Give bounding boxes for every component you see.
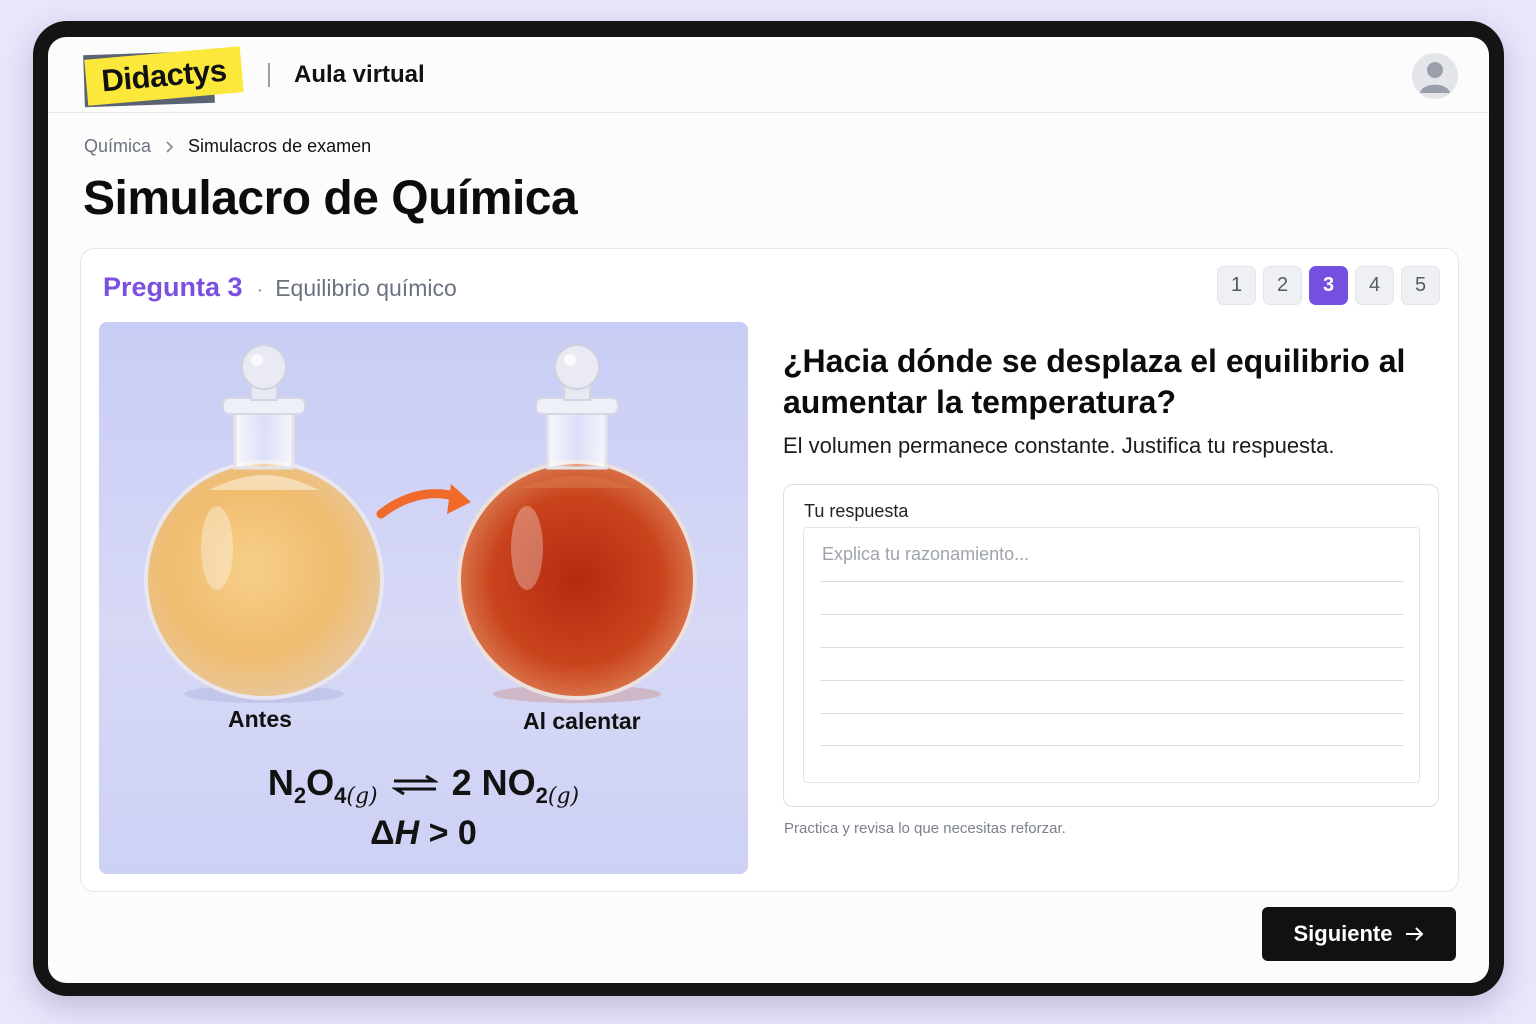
chemical-equation: N2O4(g) 2 NO2(g) (267, 762, 580, 810)
question-card: Pregunta 3 · Equilibrio químico 1 2 3 4 … (80, 248, 1459, 892)
ruled-line (820, 647, 1404, 648)
page-title: Simulacro de Química (83, 172, 578, 225)
experiment-illustration: Antes Al calentar N2O4(g) 2 NO2(g) ΔH > 0 (99, 322, 748, 874)
next-button[interactable]: Siguiente (1262, 907, 1456, 961)
next-button-label: Siguiente (1293, 921, 1393, 946)
label-after: Al calentar (523, 708, 641, 734)
user-avatar-icon[interactable] (1412, 53, 1458, 99)
answer-panel: Tu respuesta Explica tu razonamiento... (783, 484, 1439, 807)
question-topic: Equilibrio químico (275, 275, 457, 301)
question-title: ¿Hacia dónde se desplaza el equilibrio a… (783, 343, 1406, 420)
breadcrumb-link-quimica[interactable]: Química (84, 136, 151, 157)
page-button-4[interactable]: 4 (1355, 266, 1394, 305)
arrow-right-icon (1405, 927, 1423, 941)
page-button-1[interactable]: 1 (1217, 266, 1256, 305)
question-number: Pregunta 3 (103, 272, 243, 302)
breadcrumb-current: Simulacros de examen (188, 136, 372, 156)
answer-label: Tu respuesta (804, 501, 909, 521)
equilibrium-arrows-icon (391, 775, 438, 796)
label-before: Antes (228, 706, 292, 732)
logo[interactable]: Didactys (82, 46, 247, 108)
ruled-line (820, 745, 1404, 746)
enthalpy-condition: ΔH > 0 (370, 814, 477, 852)
ruled-line (820, 713, 1404, 714)
question-pager: 1 2 3 4 5 (1217, 266, 1440, 305)
answer-placeholder: Explica tu razonamiento... (822, 544, 1030, 564)
screen: Didactys Aula virtual Química Simulacros… (48, 37, 1489, 983)
question-header: Pregunta 3 · Equilibrio químico (103, 272, 457, 303)
ruled-line (820, 680, 1404, 681)
question-subtitle: El volumen permanece constante. Justific… (783, 433, 1335, 458)
breadcrumb: Química Simulacros de examen (84, 136, 371, 157)
page-button-2[interactable]: 2 (1263, 266, 1302, 305)
ruled-line (820, 581, 1404, 582)
header-divider (268, 63, 270, 87)
page-button-3-active[interactable]: 3 (1309, 266, 1348, 305)
separator-dot: · (256, 279, 264, 301)
app-name: Aula virtual (294, 61, 425, 88)
answer-textarea[interactable]: Explica tu razonamiento... (803, 527, 1420, 783)
top-bar: Didactys Aula virtual (48, 37, 1489, 113)
chevron-right-icon (165, 140, 174, 154)
ruled-line (820, 614, 1404, 615)
hint-text: Practica y revisa lo que necesitas refor… (784, 820, 1066, 837)
page-button-5[interactable]: 5 (1401, 266, 1440, 305)
